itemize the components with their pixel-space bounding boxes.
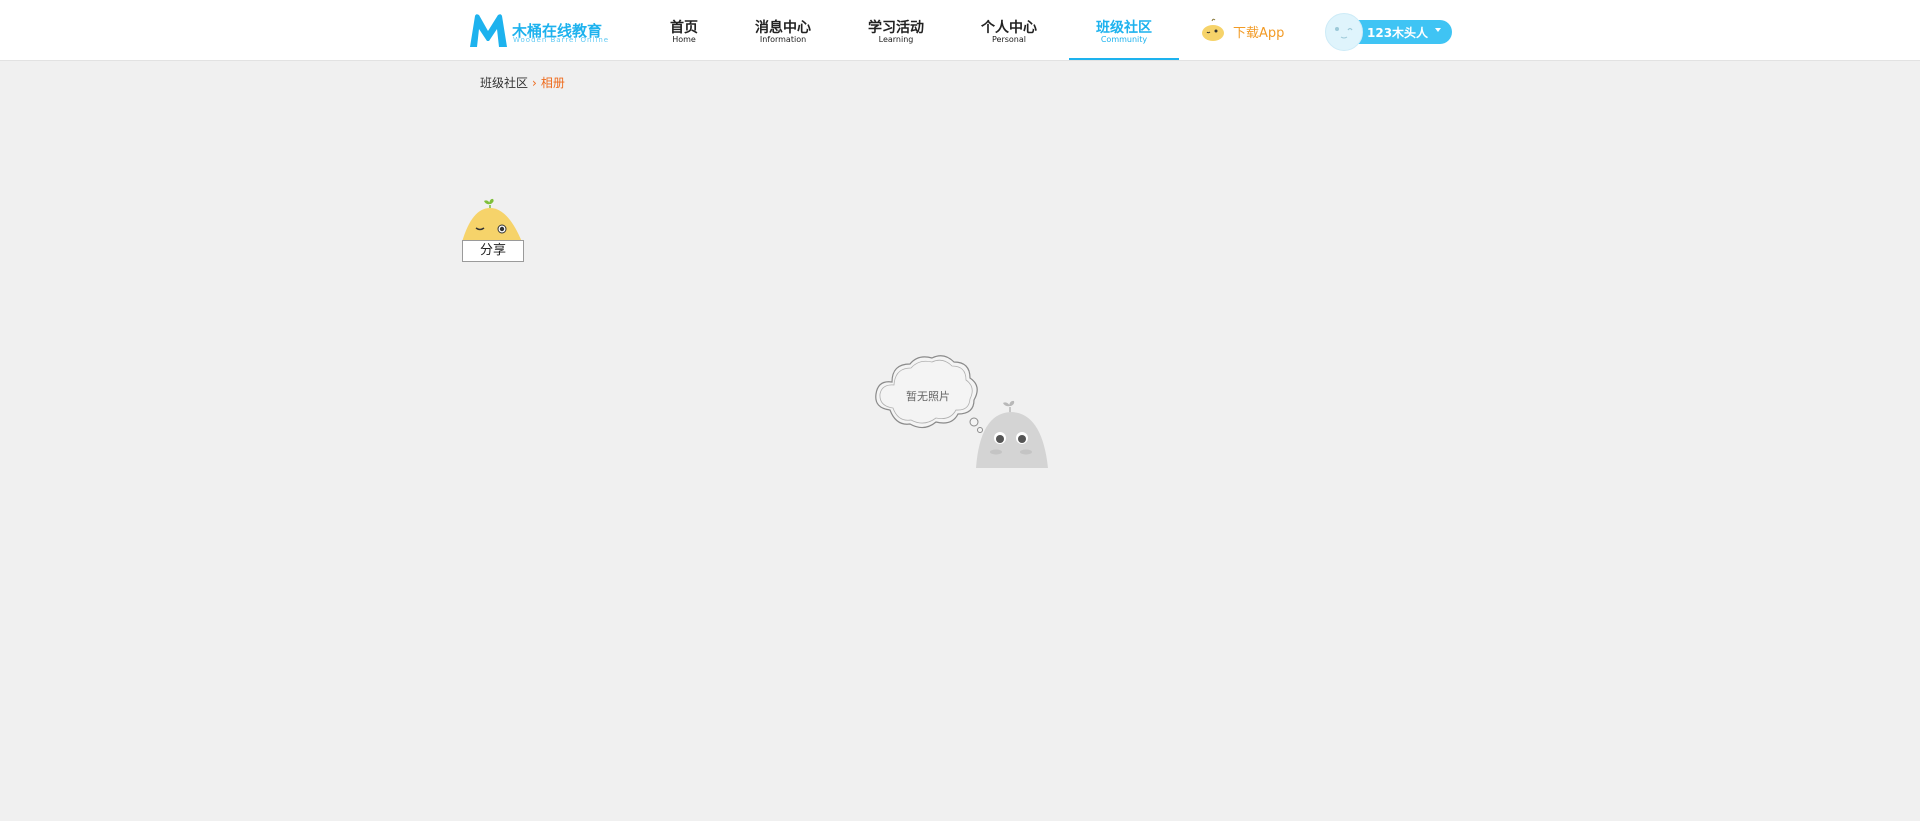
user-name: 123木头人 xyxy=(1367,26,1429,40)
nav-home-label: 首页 xyxy=(670,20,698,36)
nav-information[interactable]: 消息中心 Information xyxy=(746,0,820,60)
nav-home-sublabel: Home xyxy=(672,35,696,44)
chick-icon xyxy=(1202,18,1224,41)
download-app-label: 下载App xyxy=(1233,26,1285,41)
nav-personal-label: 个人中心 xyxy=(981,20,1037,36)
nav-community-sublabel: Community xyxy=(1100,35,1148,44)
nav-learning-label: 学习活动 xyxy=(868,20,924,36)
breadcrumb: 班级社区 › 相册 xyxy=(480,74,565,91)
gray-mascot-icon xyxy=(976,400,1048,468)
site-logo[interactable]: 木桶在线教育 Wooden Barrel Online xyxy=(468,13,618,49)
avatar xyxy=(1325,13,1363,51)
nav-learning-sublabel: Learning xyxy=(878,35,914,44)
empty-message: 暂无照片 xyxy=(906,390,950,403)
breadcrumb-parent-link[interactable]: 班级社区 xyxy=(480,76,528,90)
nav-community[interactable]: 班级社区 Community xyxy=(1069,0,1179,60)
nav-personal[interactable]: 个人中心 Personal xyxy=(972,0,1046,60)
nav-home[interactable]: 首页 Home xyxy=(652,0,716,60)
logo-m-icon xyxy=(470,14,507,47)
avatar-face-icon xyxy=(1335,27,1353,39)
mascot-icon xyxy=(462,198,522,242)
nav-personal-sublabel: Personal xyxy=(991,35,1026,44)
nav-information-label: 消息中心 xyxy=(755,20,811,36)
share-label: 分享 xyxy=(462,240,524,262)
nav-community-label: 班级社区 xyxy=(1096,20,1152,36)
top-header: 木桶在线教育 Wooden Barrel Online 首页 Home 消息中心… xyxy=(0,0,1920,61)
breadcrumb-separator: › xyxy=(532,76,537,90)
nav-learning[interactable]: 学习活动 Learning xyxy=(859,0,933,60)
logo-text-en: Wooden Barrel Online xyxy=(513,36,610,44)
empty-state: 暂无照片 xyxy=(870,350,1050,470)
chevron-down-icon xyxy=(1435,28,1441,32)
breadcrumb-current: 相册 xyxy=(540,76,565,90)
share-button[interactable]: 分享 xyxy=(458,196,528,266)
user-menu[interactable]: 123木头人 xyxy=(1325,13,1452,51)
nav-information-sublabel: Information xyxy=(759,35,807,44)
